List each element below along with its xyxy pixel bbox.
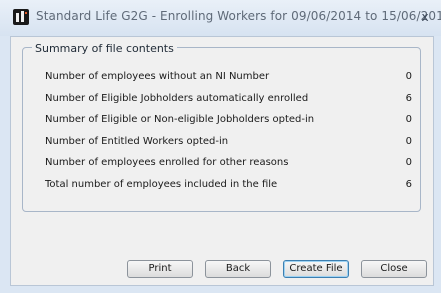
print-button[interactable]: Print: [127, 260, 193, 278]
row-label-total: Total number of employees included in th…: [45, 179, 278, 190]
dialog-window: Standard Life G2G - Enrolling Workers fo…: [0, 0, 441, 293]
row-label-auto-enrolled: Number of Eligible Jobholders automatica…: [45, 93, 309, 104]
close-window-button[interactable]: x: [418, 9, 432, 25]
row-value-total: 6: [405, 179, 412, 190]
row-value-opted-in: 0: [405, 114, 412, 125]
summary-legend: Summary of file contents: [32, 42, 177, 55]
close-button[interactable]: Close: [361, 260, 427, 278]
row-value-other-reasons: 0: [405, 157, 412, 168]
row-value-auto-enrolled: 6: [405, 93, 412, 104]
row-label-opted-in: Number of Eligible or Non-eligible Jobho…: [45, 114, 315, 125]
back-button[interactable]: Back: [205, 260, 271, 278]
title-bar: Standard Life G2G - Enrolling Workers fo…: [0, 0, 441, 36]
app-icon: [13, 9, 29, 25]
create-file-button[interactable]: Create File: [283, 260, 349, 278]
row-value-entitled-opted-in: 0: [405, 136, 412, 147]
window-title: Standard Life G2G - Enrolling Workers fo…: [36, 9, 441, 23]
row-value-no-ni: 0: [405, 71, 412, 82]
row-label-other-reasons: Number of employees enrolled for other r…: [45, 157, 289, 168]
row-label-entitled-opted-in: Number of Entitled Workers opted-in: [45, 136, 229, 147]
row-label-no-ni: Number of employees without an NI Number: [45, 71, 270, 82]
